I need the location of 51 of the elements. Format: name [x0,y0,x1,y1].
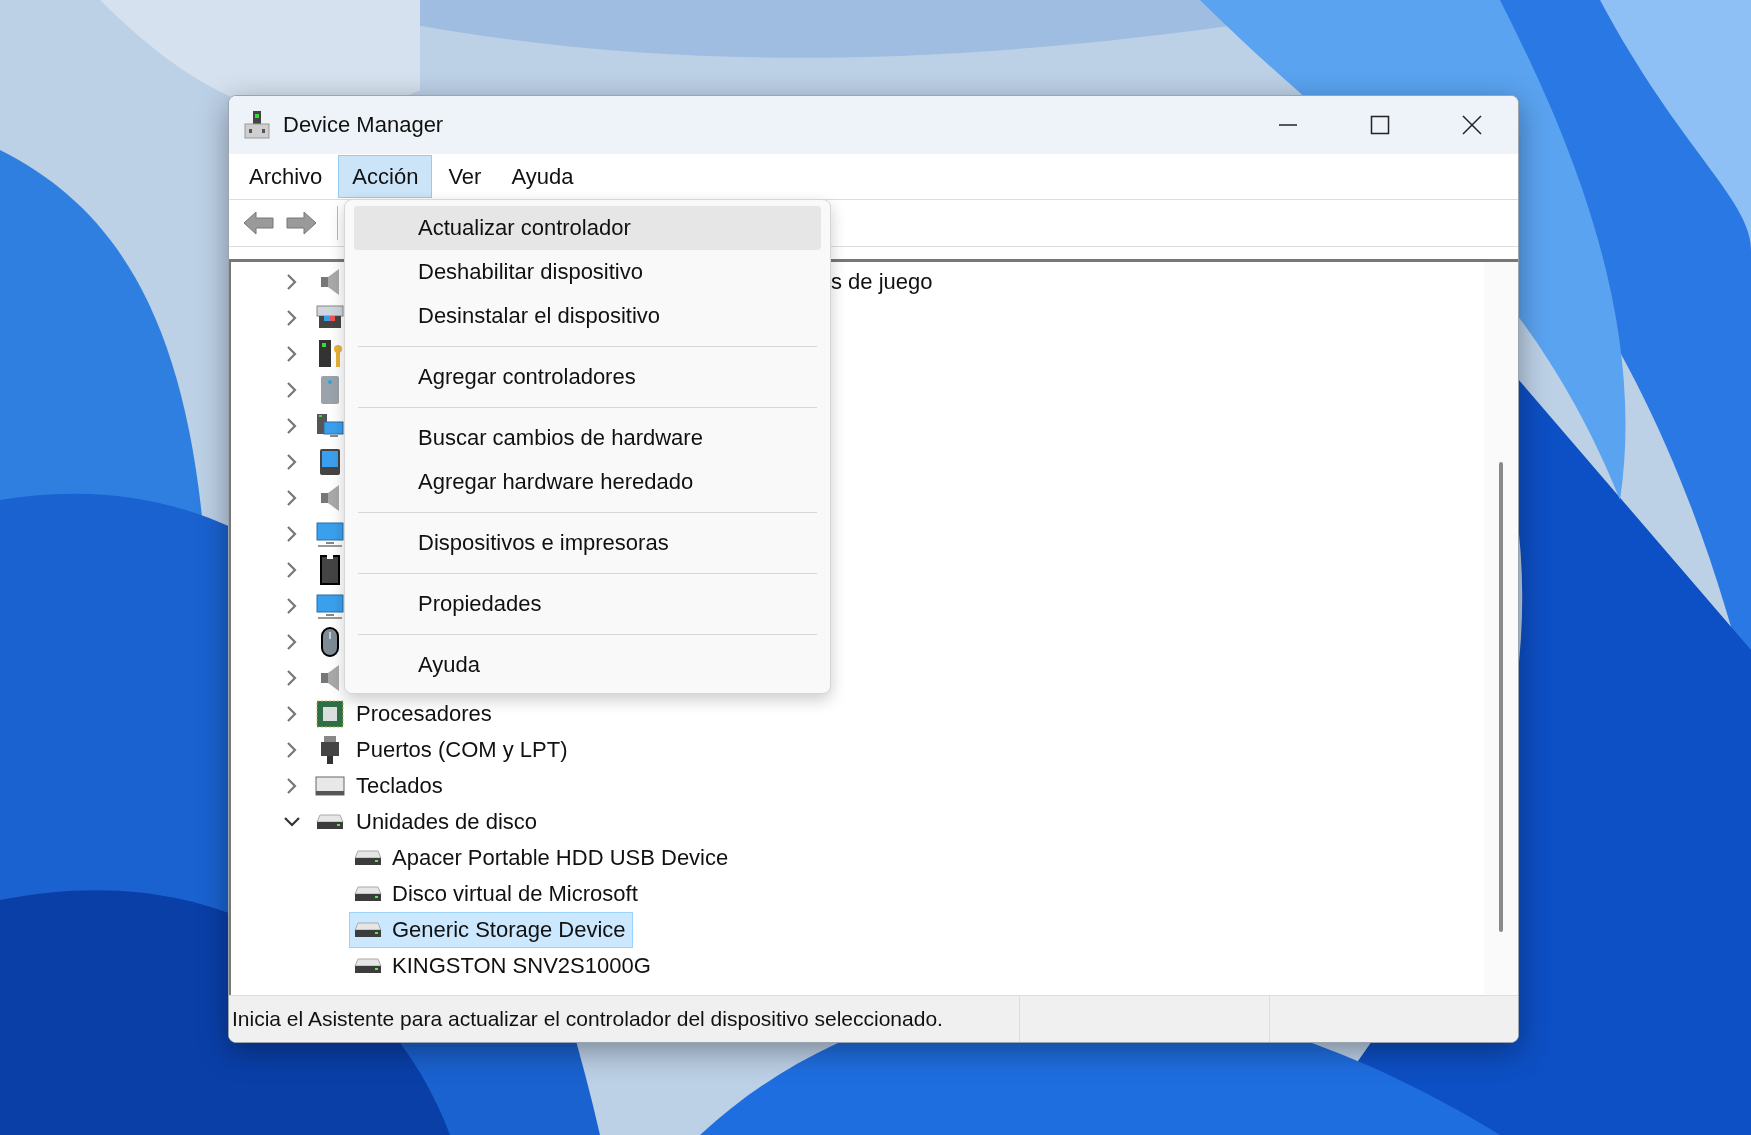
tree-item[interactable]: Teclados [356,773,443,799]
disk-drive-icon [354,921,382,939]
maximize-icon [1370,115,1390,135]
computer-tower-icon [319,375,341,405]
mouse-icon [320,627,340,657]
keyboard-icon [315,776,345,796]
menu-item[interactable]: Propiedades [354,582,821,626]
monitor-icon [316,592,344,620]
computer-key-icon [316,339,344,369]
scrollbar[interactable] [1484,262,1518,995]
speaker-icon [319,664,341,692]
menu-item[interactable]: Archivo [235,155,337,198]
device-manager-icon [243,110,271,140]
forward-arrow-icon [285,210,317,236]
back-arrow-icon [243,210,275,236]
port-icon [319,735,341,765]
menu-item[interactable]: Ver [434,155,496,198]
network-computers-icon [316,412,344,440]
tree-item[interactable]: Generic Storage Device [349,912,633,948]
disk-drive-icon [354,849,382,867]
tree-item[interactable]: KINGSTON SNV2S1000G [349,948,658,984]
tree-item[interactable]: Disco virtual de Microsoft [349,876,645,912]
menu-item[interactable]: Agregar controladores [354,355,821,399]
speaker-icon [319,484,341,512]
close-icon [1461,114,1483,136]
disk-drive-icon [354,957,382,975]
menu-item[interactable]: Desinstalar el dispositivo [354,294,821,338]
tablet-icon [319,448,341,476]
menu-item[interactable]: Dispositivos e impresoras [354,521,821,565]
status-text: Inicia el Asistente para actualizar el controlador del dispositivo seleccionado. [231,1007,944,1031]
speaker-icon [319,268,341,296]
disk-drive-icon [354,885,382,903]
menu-item[interactable]: Deshabilitar dispositivo [354,250,821,294]
menu-item[interactable]: Agregar hardware heredado [354,460,821,504]
menu-item[interactable]: Buscar cambios de hardware [354,416,821,460]
menu-item[interactable]: Ayuda [497,155,588,198]
tree-item[interactable]: Apacer Portable HDD USB Device [349,840,736,876]
tree-item[interactable]: s de juego [831,269,933,295]
tree-item[interactable]: Puertos (COM y LPT) [356,737,568,763]
tree-item[interactable]: Unidades de disco [356,809,537,835]
menu-item[interactable]: Ayuda [354,643,821,687]
tree-item[interactable]: Procesadores [356,701,492,727]
window-title: Device Manager [283,112,445,138]
disk-drive-icon [316,813,344,831]
menu-item[interactable]: Actualizar controlador [354,206,821,250]
menu-item[interactable]: Acción [338,155,433,198]
chip-icon [318,555,342,585]
processor-icon [316,700,344,728]
forward-button[interactable] [283,208,319,238]
monitor-icon [316,520,344,548]
minimize-icon [1278,124,1298,126]
